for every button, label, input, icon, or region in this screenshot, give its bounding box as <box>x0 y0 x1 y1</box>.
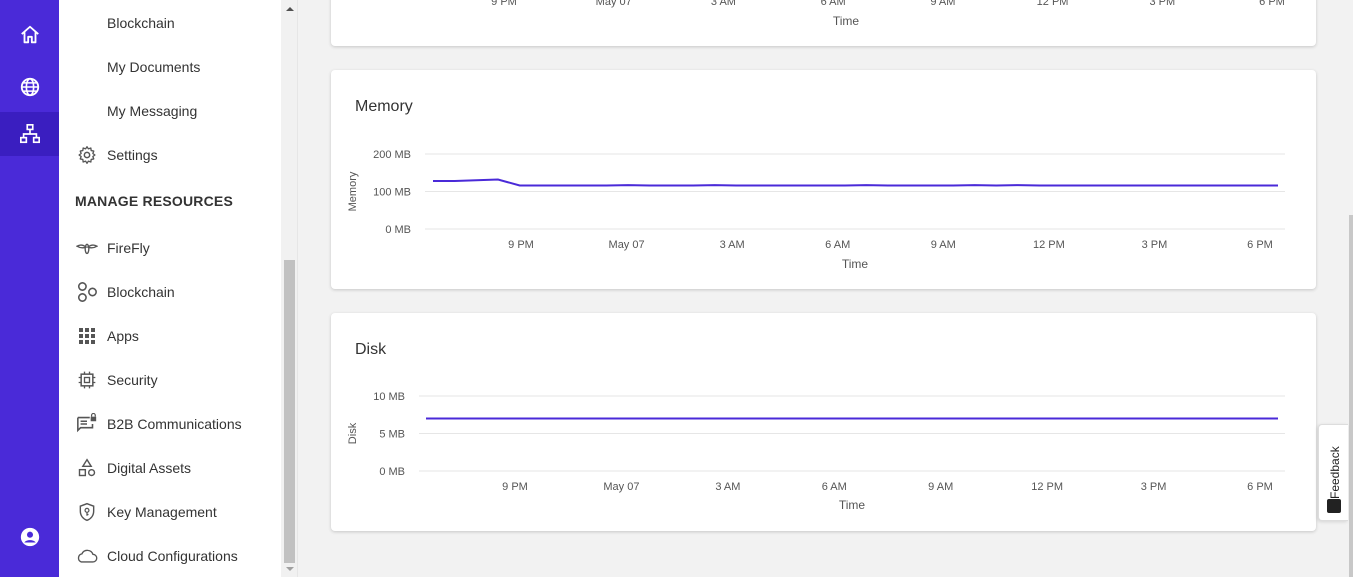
x-tick-label: 6 PM <box>1247 239 1273 251</box>
cloud-icon <box>76 545 98 567</box>
sidebar-item-firefly[interactable]: FireFly <box>59 232 281 264</box>
y-tick-label: 5 MB <box>379 429 405 441</box>
rail-globe[interactable] <box>0 65 59 109</box>
x-axis-label: Time <box>833 14 860 28</box>
sidebar-item-key-management[interactable]: Key Management <box>59 496 281 528</box>
rail-home[interactable] <box>0 13 59 57</box>
x-tick-label: 9 PM <box>491 0 517 8</box>
x-tick-label: May 07 <box>609 239 645 251</box>
disk-card: Disk 0 MB 5 MB 10 MB 9 PM May 07 3 AM 6 AM 9 AM… <box>331 313 1316 531</box>
top-chart-axis: 9 PM May 07 3 AM 6 AM 9 AM 12 PM 3 PM 6 PM Time <box>491 0 1285 28</box>
x-axis-label: Time <box>842 257 869 271</box>
sidebar-item-label: Security <box>107 372 158 388</box>
disk-chart: 0 MB 5 MB 10 MB 9 PM May 07 3 AM 6 AM 9 AM 12 PM… <box>347 391 1285 512</box>
x-tick-label: 3 AM <box>715 481 740 493</box>
y-tick-label: 0 MB <box>379 466 405 478</box>
x-tick-label: 3 AM <box>720 239 745 251</box>
sidebar-item-label: B2B Communications <box>107 416 242 432</box>
chart-card-top: 9 PM May 07 3 AM 6 AM 9 AM 12 PM 3 PM 6 PM Time <box>331 0 1316 46</box>
sidebar-item-label: My Documents <box>107 59 201 75</box>
chip-icon <box>76 369 98 391</box>
feedback-button[interactable]: Feedback <box>1318 424 1348 521</box>
sidebar-item-label: FireFly <box>107 240 150 256</box>
y-tick-label: 10 MB <box>373 391 405 403</box>
x-tick-label: 9 PM <box>508 239 534 251</box>
firefly-icon <box>76 237 98 259</box>
x-tick-label: 6 AM <box>821 0 846 8</box>
x-tick-label: 3 PM <box>1141 481 1167 493</box>
feedback-label: Feedback <box>1328 446 1342 499</box>
sidebar-item-b2b-communications[interactable]: B2B Communications <box>59 408 281 440</box>
sidebar-item-digital-assets[interactable]: Digital Assets <box>59 452 281 484</box>
sidebar-item-security[interactable]: Security <box>59 364 281 396</box>
x-tick-label: 12 PM <box>1037 0 1069 8</box>
sidebar-item-label: Blockchain <box>107 15 175 31</box>
x-tick-label: 6 PM <box>1259 0 1285 8</box>
sidebar-item-my-messaging[interactable]: My Messaging <box>59 95 281 127</box>
x-tick-label: 9 PM <box>502 481 528 493</box>
sidebar-item-label: Key Management <box>107 504 217 520</box>
sidebar-item-label: Cloud Configurations <box>107 548 238 564</box>
y-tick-label: 0 MB <box>385 224 411 236</box>
sidebar-item-my-documents[interactable]: My Documents <box>59 51 281 83</box>
sidebar-item-settings[interactable]: Settings <box>59 139 281 171</box>
x-tick-label: 9 AM <box>928 481 953 493</box>
x-tick-label: 12 PM <box>1031 481 1063 493</box>
memory-card: Memory 0 MB 100 MB 200 MB 9 PM May 07 3 AM 6 A… <box>331 70 1316 289</box>
sidebar-item-label: My Messaging <box>107 103 198 119</box>
globe-icon <box>20 77 39 97</box>
x-tick-label: May 07 <box>603 481 639 493</box>
scroll-up-icon[interactable] <box>281 0 298 17</box>
gear-icon <box>76 144 98 166</box>
rail-account[interactable] <box>0 515 59 559</box>
sidebar-item-cloud-configurations[interactable]: Cloud Configurations <box>59 540 281 572</box>
shapes-icon <box>76 457 98 479</box>
network-icon <box>19 124 40 144</box>
message-lock-icon <box>76 413 98 435</box>
y-tick-label: 100 MB <box>373 187 411 199</box>
x-axis-label: Time <box>839 498 866 512</box>
x-tick-label: 3 PM <box>1149 0 1175 8</box>
x-tick-label: 6 AM <box>822 481 847 493</box>
sidebar-scrollbar-thumb[interactable] <box>284 260 295 563</box>
x-tick-label: May 07 <box>596 0 632 8</box>
scroll-down-icon[interactable] <box>281 560 298 577</box>
home-icon <box>20 25 39 44</box>
sidebar-item-label: Apps <box>107 328 139 344</box>
rail-network[interactable] <box>0 112 59 156</box>
y-axis-label: Memory <box>347 171 359 211</box>
sidebar-item-label: Settings <box>107 147 158 163</box>
x-tick-label: 6 PM <box>1247 481 1273 493</box>
x-tick-label: 3 PM <box>1142 239 1168 251</box>
sidebar-item-label: Blockchain <box>107 284 175 300</box>
y-axis-label: Disk <box>347 422 359 444</box>
sidebar: Blockchain My Documents My Messaging Set… <box>59 0 281 577</box>
sidebar-item-blockchain-sub[interactable]: Blockchain <box>59 7 281 39</box>
app-rail <box>0 0 59 577</box>
y-tick-label: 200 MB <box>373 149 411 161</box>
x-tick-label: 9 AM <box>930 0 955 8</box>
x-tick-label: 6 AM <box>825 239 850 251</box>
apps-grid-icon <box>76 325 98 347</box>
x-tick-label: 12 PM <box>1033 239 1065 251</box>
sidebar-item-blockchain[interactable]: Blockchain <box>59 276 281 308</box>
x-tick-label: 9 AM <box>931 239 956 251</box>
x-tick-label: 3 AM <box>711 0 736 8</box>
page-scrollbar-thumb[interactable] <box>1349 215 1353 577</box>
feedback-icon <box>1327 499 1341 513</box>
memory-chart: 0 MB 100 MB 200 MB 9 PM May 07 3 AM 6 AM 9 AM 12… <box>347 149 1285 271</box>
series-line <box>433 178 1278 187</box>
sidebar-item-apps[interactable]: Apps <box>59 320 281 352</box>
blockchain-icon <box>76 281 98 303</box>
account-circle-icon <box>20 527 39 547</box>
sidebar-item-label: Digital Assets <box>107 460 192 476</box>
shield-key-icon <box>76 501 98 523</box>
section-title-manage-resources: MANAGE RESOURCES <box>75 193 233 209</box>
